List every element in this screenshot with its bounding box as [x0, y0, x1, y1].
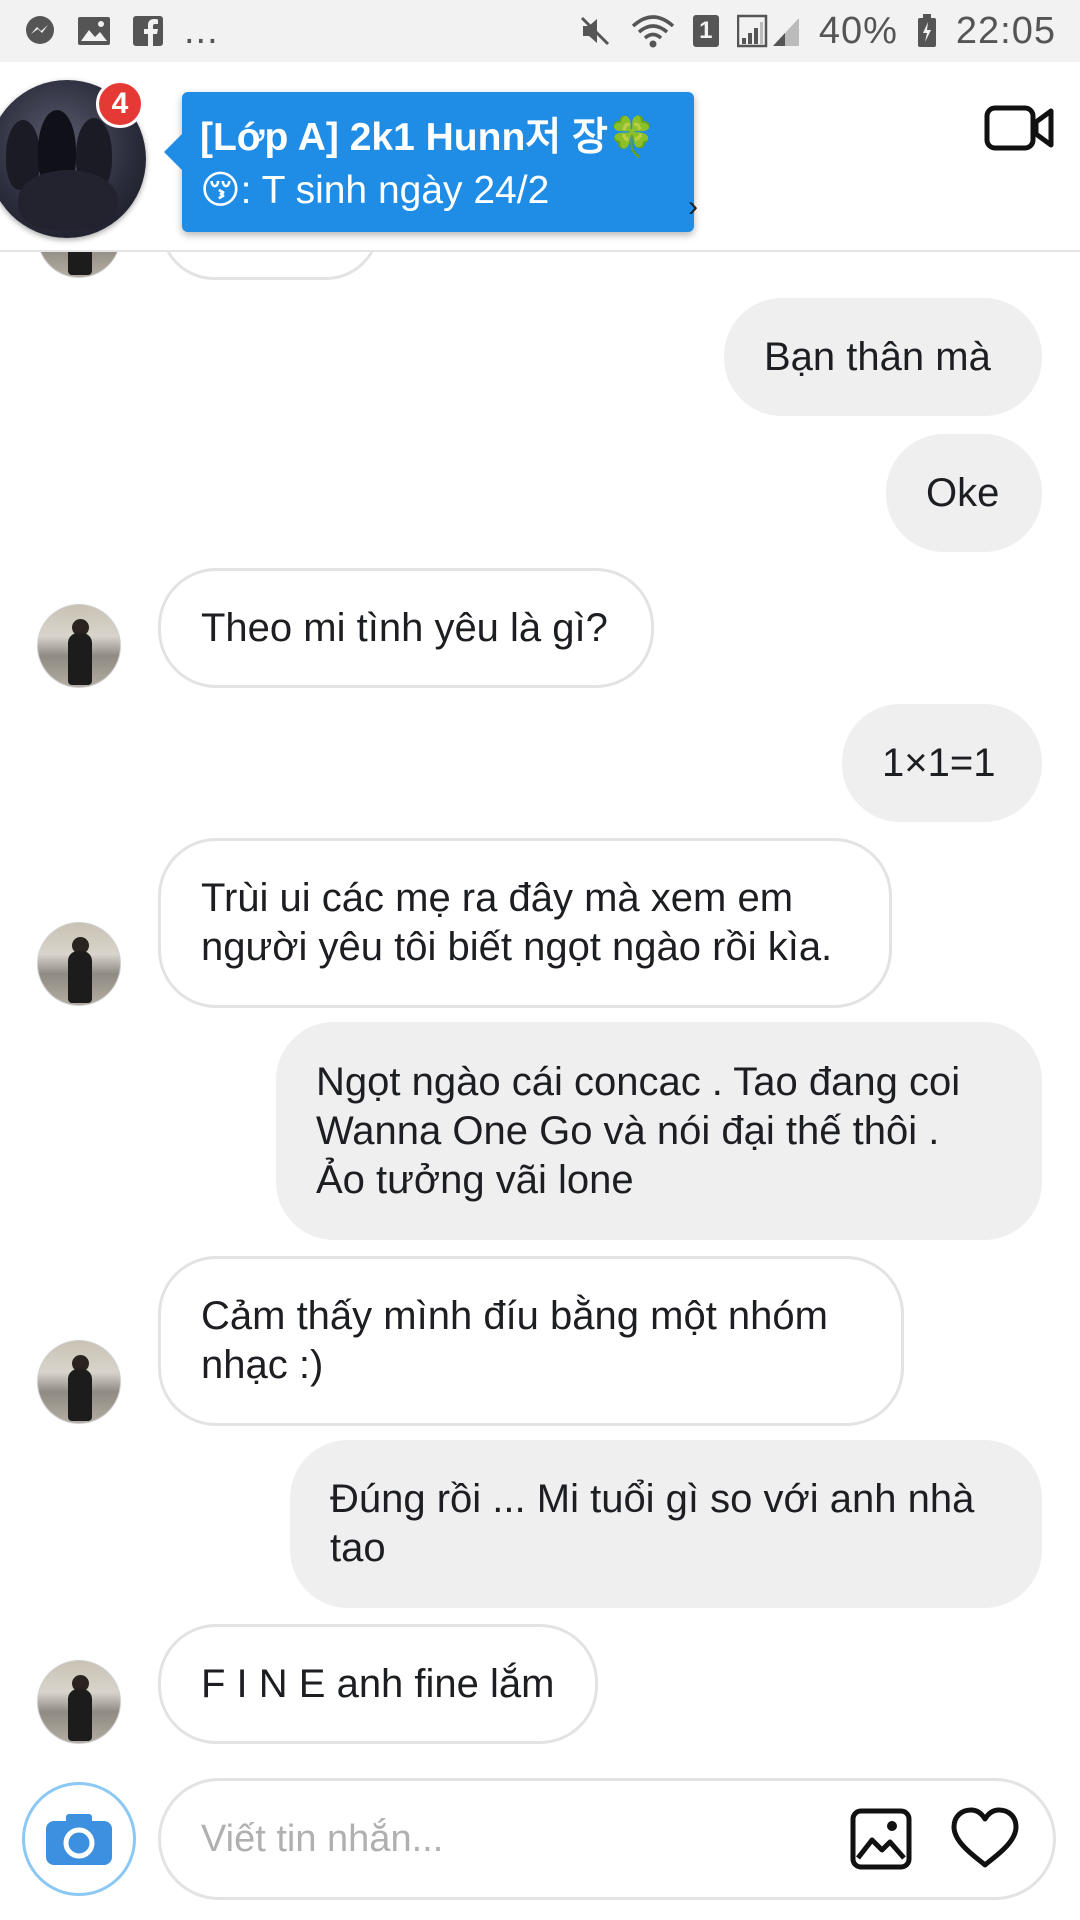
messenger-icon — [22, 13, 58, 49]
message-text: F I N E anh fine lắm — [201, 1661, 555, 1706]
status-bar-right: 1 40% 22:05 — [577, 10, 1056, 53]
outgoing-message[interactable]: Ngọt ngào cái concac . Tao đang coi Wann… — [276, 1022, 1042, 1240]
message-text: Theo mi tình yêu là gì? — [201, 605, 608, 650]
message-text-line: người yêu tôi biết ngọt ngào rồi kìa. — [201, 925, 833, 969]
message-text-line: Ảo tưởng vãi lone — [316, 1157, 634, 1202]
chevron-right-icon: › — [688, 190, 698, 223]
heart-icon[interactable] — [950, 1806, 1020, 1870]
video-call-icon[interactable] — [984, 98, 1054, 158]
sender-avatar — [37, 922, 121, 1006]
message-text-line: tao — [330, 1526, 386, 1570]
signal-icon — [736, 13, 801, 49]
more-notifications: ... — [184, 9, 219, 52]
sender-avatar — [37, 1340, 121, 1424]
group-name: [Lớp A] 2k1 Hunn저 장🍀 — [200, 116, 657, 159]
message-text-line: Cảm thấy mình đíu bằng một nhóm — [201, 1294, 828, 1338]
wifi-icon — [631, 13, 675, 49]
outgoing-message[interactable]: 1×1=1 — [842, 704, 1042, 822]
battery-icon — [916, 13, 938, 49]
message-text: 1×1=1 — [882, 740, 996, 785]
message-text-line: Wanna One Go và nói đại thế thôi . — [316, 1108, 940, 1153]
status-bar: ... 1 40% 22:05 — [0, 0, 1080, 62]
battery-percent: 40% — [818, 9, 898, 52]
composer-bar: Viết tin nhắn... — [0, 1774, 1080, 1920]
camera-button[interactable] — [22, 1782, 136, 1896]
message-input[interactable]: Viết tin nhắn... — [158, 1778, 1056, 1900]
unread-count-badge: 4 — [96, 80, 144, 128]
message-list[interactable]: Bạn thân mà Oke Theo mi tình yêu là gì? … — [0, 172, 1080, 1774]
outgoing-message[interactable]: Đúng rồi ... Mi tuổi gì so với anh nhà t… — [290, 1440, 1042, 1608]
sim-slot-icon: 1 — [692, 15, 719, 47]
sender-avatar — [37, 604, 121, 688]
incoming-message[interactable]: Theo mi tình yêu là gì? — [158, 568, 654, 688]
facebook-icon — [130, 13, 166, 49]
outgoing-message[interactable]: Oke — [886, 434, 1042, 552]
message-input-placeholder: Viết tin nhắn... — [201, 1817, 444, 1860]
message-text-line: Trùi ui các mẹ ra đây mà xem em — [201, 876, 794, 920]
image-icon[interactable] — [850, 1808, 912, 1870]
incoming-message[interactable]: F I N E anh fine lắm — [158, 1624, 598, 1744]
camera-icon — [46, 1814, 112, 1865]
message-text: Oke — [926, 470, 1000, 515]
status-bar-left: ... — [22, 10, 219, 53]
outgoing-message[interactable]: Bạn thân mà — [724, 298, 1042, 416]
clock: 22:05 — [955, 9, 1056, 52]
conversation-header: 4 [Lớp A] 2k1 Hunn저 장🍀 😚: T sinh ngày 24… — [0, 62, 1080, 252]
incoming-message[interactable]: Cảm thấy mình đíu bằng một nhóm nhạc :) — [158, 1256, 904, 1426]
message-text: Bạn thân mà — [764, 334, 991, 379]
gallery-icon — [76, 13, 112, 49]
sender-avatar — [37, 1660, 121, 1744]
mute-icon — [577, 13, 613, 49]
message-text-line: Đúng rồi ... Mi tuổi gì so với anh nhà — [330, 1477, 975, 1521]
message-text-line: Ngọt ngào cái concac . Tao đang coi — [316, 1059, 961, 1104]
incoming-message[interactable]: Trùi ui các mẹ ra đây mà xem em người yê… — [158, 838, 892, 1008]
last-message-preview: 😚: T sinh ngày 24/2 — [200, 169, 550, 212]
message-text-line: nhạc :) — [201, 1343, 324, 1387]
chat-head-preview-tooltip[interactable]: [Lớp A] 2k1 Hunn저 장🍀 😚: T sinh ngày 24/2 — [164, 92, 694, 232]
messenger-chat-screen: ... 1 40% 22:05 4 [Lớp A] 2k1 Hunn저 장🍀 😚… — [0, 0, 1080, 1920]
